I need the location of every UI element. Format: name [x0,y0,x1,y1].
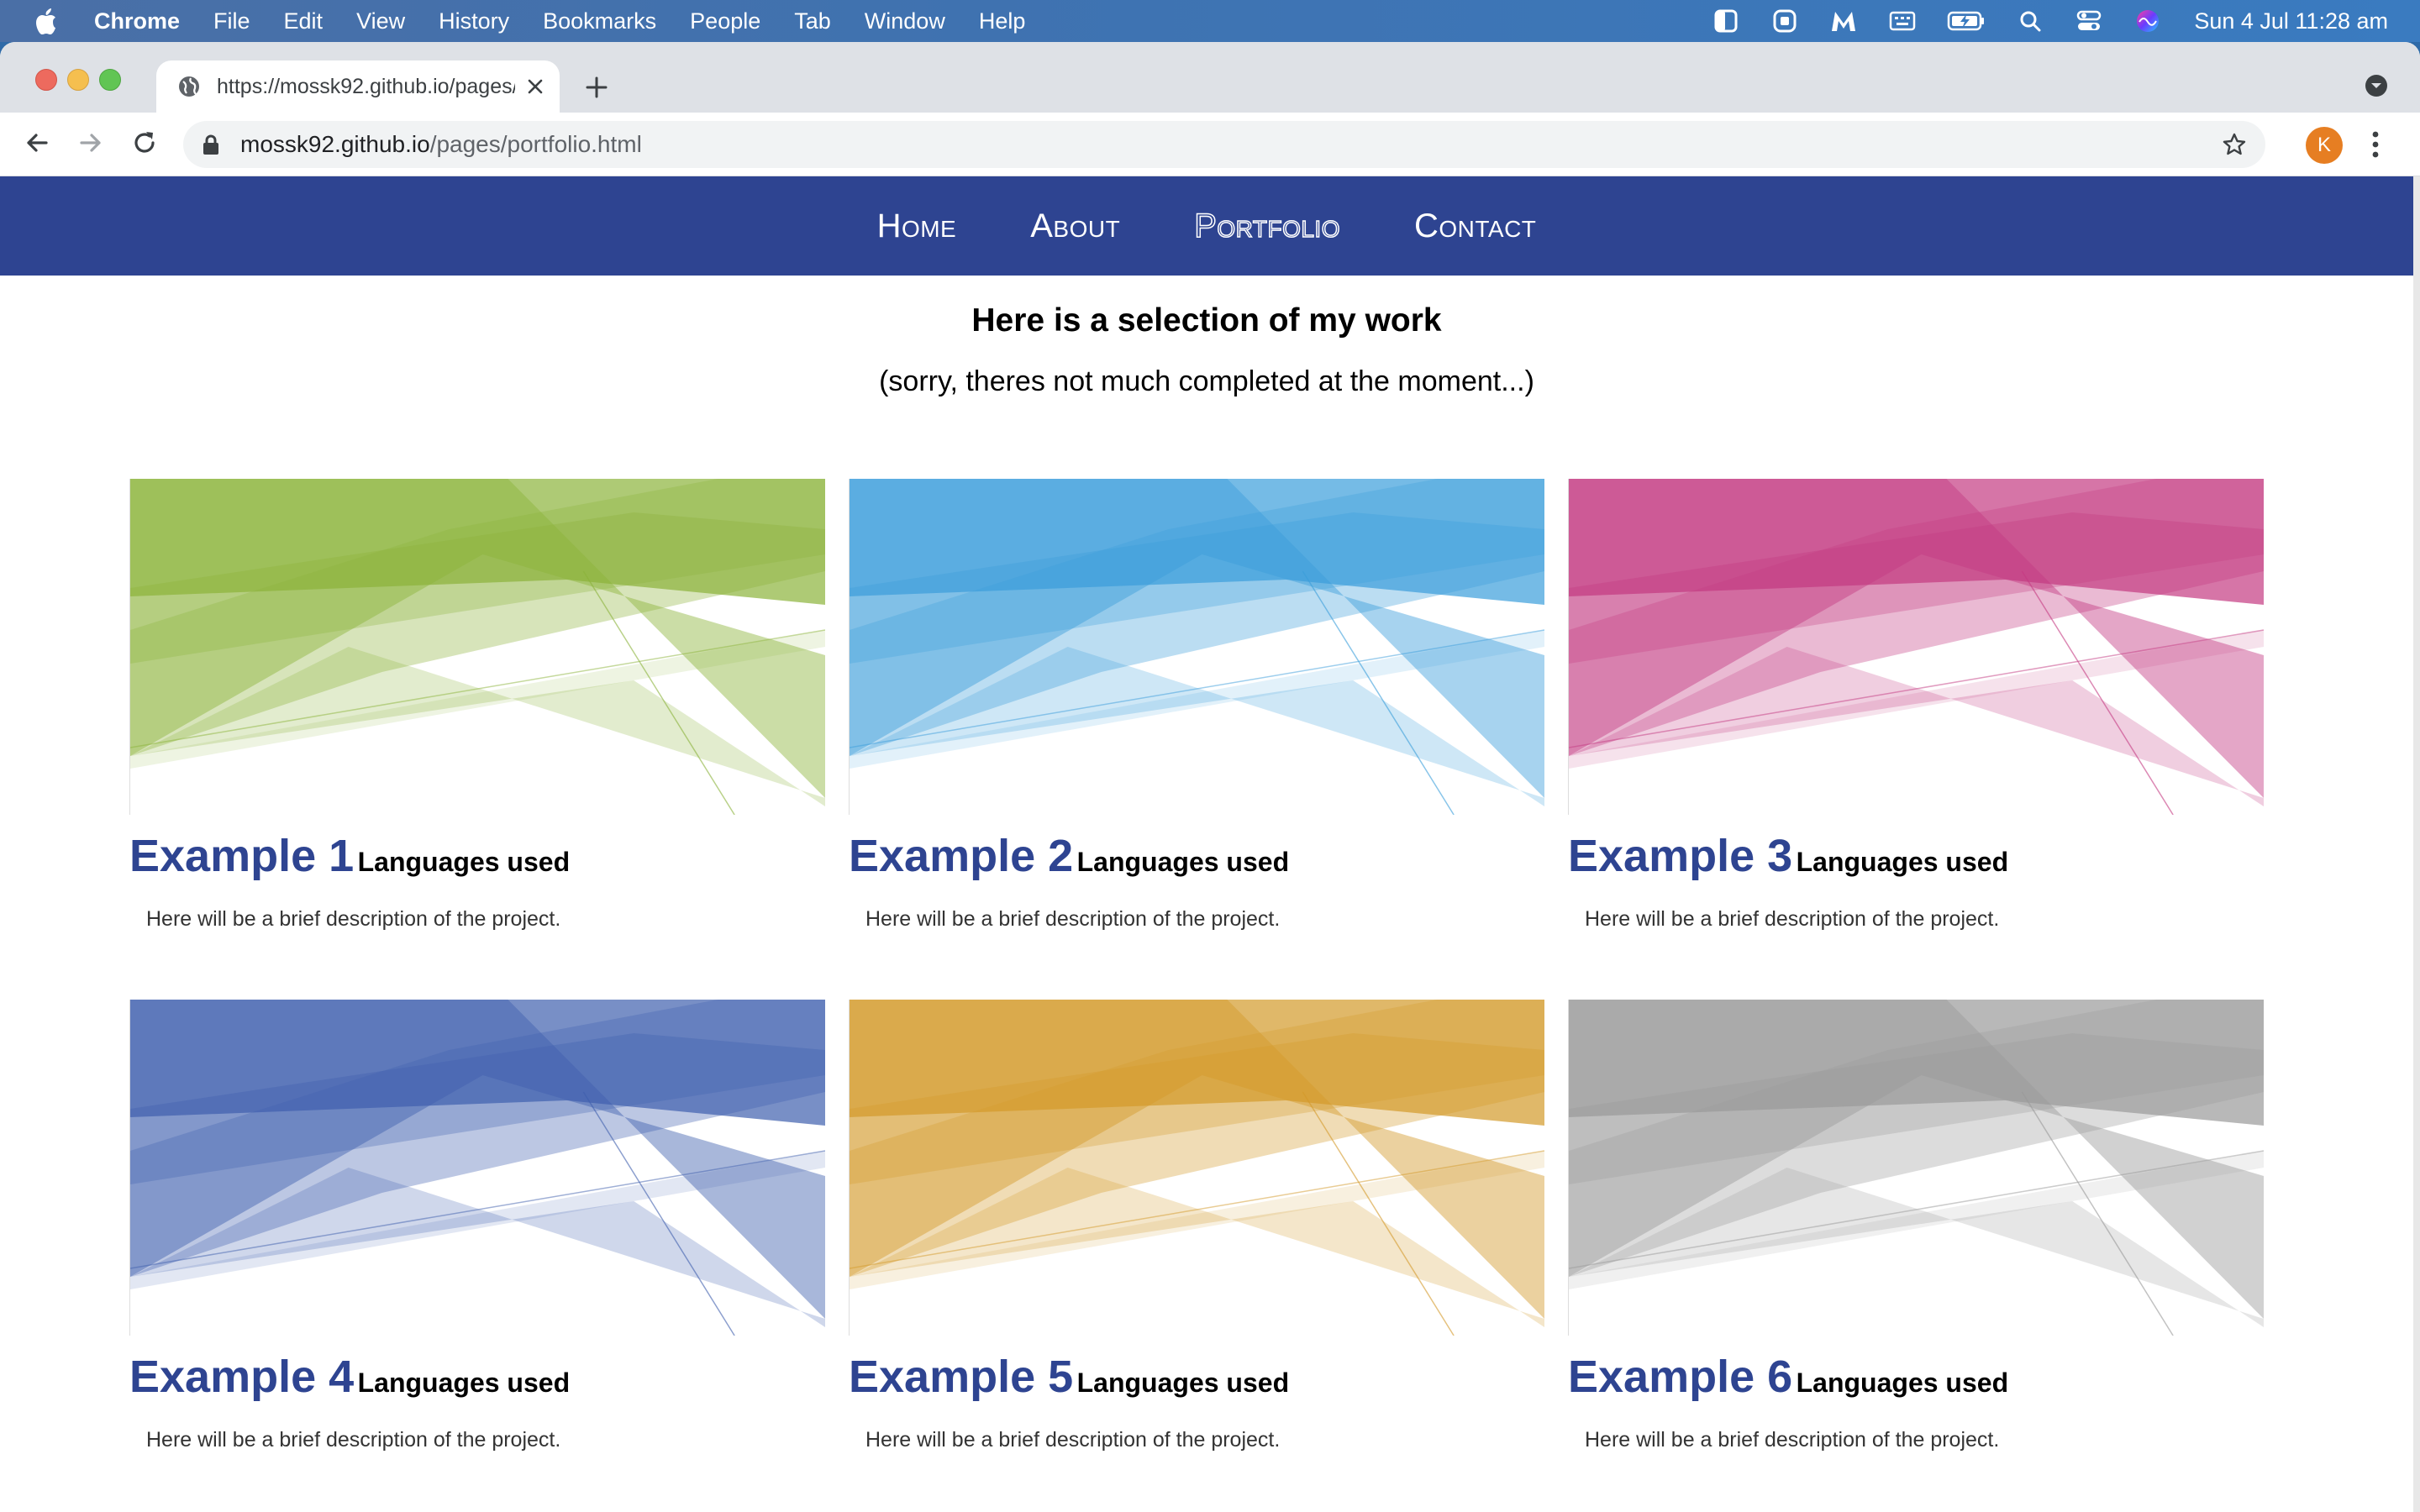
page-heading: Here is a selection of my work [971,302,1442,339]
screen-record-icon[interactable] [1770,8,1799,34]
menu-history[interactable]: History [439,8,509,34]
project-thumbnail[interactable] [129,1000,825,1336]
reload-icon [134,132,155,153]
macos-menubar: Chrome File Edit View History Bookmarks … [0,0,2420,42]
project-description: Here will be a brief description of the … [865,1428,1281,1452]
menu-window[interactable]: Window [865,8,945,34]
url-text[interactable]: mossk92.github.io/pages/portfolio.html [240,131,642,158]
project-description: Here will be a brief description of the … [146,1428,561,1452]
menu-bookmarks[interactable]: Bookmarks [543,8,656,34]
back-button[interactable] [20,126,54,160]
tab-portfolio[interactable]: https://mossk92.github.io/pages/portfoli… [156,60,560,113]
project-title-row: Example 5 Languages used [849,1351,1544,1403]
project-description: Here will be a brief description of the … [146,907,561,931]
project-title-row: Example 3 Languages used [1568,830,2264,882]
minimize-window-button[interactable] [67,69,89,91]
project-card[interactable]: Example 4 Languages used Here will be a … [129,1000,825,1452]
project-title[interactable]: Example 3 [1568,831,1792,881]
spotlight-search-icon[interactable] [2016,8,2044,34]
nav-portfolio[interactable]: Portfolio [1193,207,1340,245]
nav-home[interactable]: Home [877,207,957,245]
menu-people[interactable]: People [690,8,760,34]
bookmark-star-icon[interactable] [2222,132,2247,157]
tab-search-icon[interactable] [2363,72,2390,99]
siri-icon[interactable] [2133,8,2162,34]
address-bar[interactable]: mossk92.github.io/pages/portfolio.html [183,121,2265,168]
menu-app-name[interactable]: Chrome [94,8,180,34]
menu-edit[interactable]: Edit [284,8,324,34]
project-thumbnail[interactable] [1568,1000,2264,1336]
nav-about[interactable]: About [1030,207,1120,245]
project-card[interactable]: Example 1 Languages used Here will be a … [129,479,825,932]
page-scrollbar[interactable] [2413,176,2420,1512]
url-path: /pages/portfolio.html [429,131,642,157]
project-languages-label: Languages used [357,847,571,877]
project-thumbnail[interactable] [1568,479,2264,815]
project-description: Here will be a brief description of the … [865,907,1281,931]
zoom-window-button[interactable] [99,69,121,91]
reload-button[interactable] [128,126,161,160]
project-languages-label: Languages used [1076,1368,1290,1398]
url-host: mossk92.github.io [240,131,430,157]
nav-contact[interactable]: Contact [1414,207,1536,245]
new-tab-icon[interactable] [580,71,613,104]
project-thumbnail[interactable] [849,479,1544,815]
project-thumbnail[interactable] [849,1000,1544,1336]
menu-file[interactable]: File [213,8,250,34]
tab-strip: https://mossk92.github.io/pages/portfoli… [0,42,2420,113]
project-title[interactable]: Example 5 [849,1352,1073,1402]
project-languages-label: Languages used [1796,1368,2009,1398]
menu-help[interactable]: Help [979,8,1026,34]
project-languages-label: Languages used [1796,847,2009,877]
project-languages-label: Languages used [357,1368,571,1398]
profile-avatar[interactable]: K [2306,127,2343,164]
project-card[interactable]: Example 6 Languages used Here will be a … [1568,1000,2264,1452]
project-description: Here will be a brief description of the … [1585,907,2000,931]
menubar-clock[interactable]: Sun 4 Jul 11:28 am [2194,8,2388,34]
project-description: Here will be a brief description of the … [1585,1428,2000,1452]
project-thumbnail[interactable] [129,479,825,815]
project-card[interactable]: Example 2 Languages used Here will be a … [849,479,1544,932]
menu-tab[interactable]: Tab [794,8,831,34]
tab-title: https://mossk92.github.io/pages/portfoli… [217,74,515,98]
project-title[interactable]: Example 1 [129,831,354,881]
project-card[interactable]: Example 5 Languages used Here will be a … [849,1000,1544,1452]
project-languages-label: Languages used [1076,847,1290,877]
browser-toolbar: mossk92.github.io/pages/portfolio.html K [0,113,2420,176]
sidebar-toggle-icon[interactable] [1712,8,1740,34]
lock-icon[interactable] [202,134,220,155]
project-title-row: Example 4 Languages used [129,1351,825,1403]
project-title[interactable]: Example 4 [129,1352,354,1402]
page-viewport: Home About Portfolio Contact Here is a s… [0,176,2420,1512]
site-navbar: Home About Portfolio Contact [0,176,2413,276]
keyboard-icon[interactable] [1888,8,1917,34]
malwarebytes-icon[interactable] [1829,8,1858,34]
close-window-button[interactable] [35,69,57,91]
more-options-icon[interactable] [2363,128,2388,161]
project-title-row: Example 2 Languages used [849,830,1544,882]
project-title[interactable]: Example 6 [1568,1352,1792,1402]
forward-button[interactable] [74,126,108,160]
project-title-row: Example 1 Languages used [129,830,825,882]
page-subheading: (sorry, theres not much completed at the… [879,365,1534,397]
arrow-right-icon [80,134,101,152]
globe-icon [179,76,199,97]
control-center-icon[interactable] [2075,8,2103,34]
menu-view[interactable]: View [356,8,405,34]
close-tab-icon[interactable] [525,76,545,97]
arrow-left-icon [27,134,48,152]
apple-icon[interactable] [34,6,62,36]
project-card[interactable]: Example 3 Languages used Here will be a … [1568,479,2264,932]
battery-icon[interactable] [1947,8,1986,34]
project-title[interactable]: Example 2 [849,831,1073,881]
project-title-row: Example 6 Languages used [1568,1351,2264,1403]
browser-window: https://mossk92.github.io/pages/portfoli… [0,42,2420,1512]
